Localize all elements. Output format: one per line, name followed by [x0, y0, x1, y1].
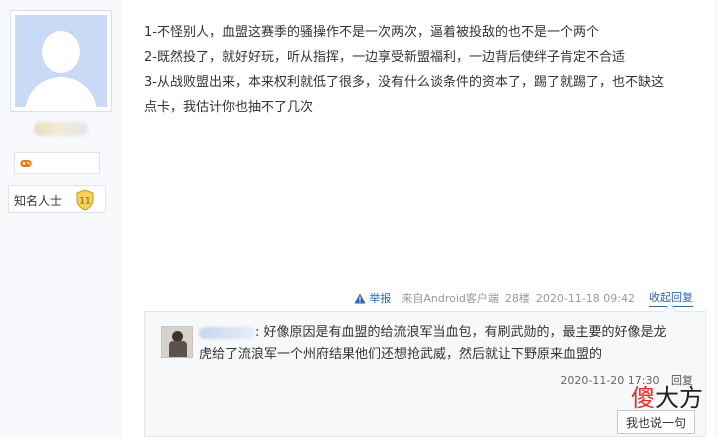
say-something-button[interactable]: 我也说一句: [617, 410, 695, 434]
reply-box: : 好像原因是有血盟的给流浪军当血包，有刷武勋的，最主要的好像是龙 虎给了流浪军…: [144, 303, 706, 437]
reply-text: : 好像原因是有血盟的给流浪军当血包，有刷武勋的，最主要的好像是龙 虎给了流浪军…: [199, 322, 695, 366]
post-line: 3-从战败盟出来，本来权利就低了很多，没有什么谈条件的资本了，踢了就踢了，也不缺…: [144, 75, 664, 90]
default-avatar-icon: [15, 15, 107, 107]
post-time: 2020-11-18 09:42: [535, 291, 635, 305]
user-sidebar: 知名人士 11: [0, 0, 122, 437]
watermark-char: 傻: [631, 384, 655, 412]
gamepad-icon: [20, 160, 32, 167]
username-redacted[interactable]: [34, 122, 88, 136]
edge-divider: [716, 0, 717, 437]
user-title-badge[interactable]: 知名人士 11: [8, 185, 106, 213]
reply-line: 虎给了流浪军一个州府结果他们还想抢武威，然后就让下野原来血盟的: [199, 347, 603, 362]
watermark-logo: 傻大方: [631, 384, 703, 412]
reply-line: : 好像原因是有血盟的给流浪军当血包，有刷武勋的，最主要的好像是龙: [255, 325, 667, 340]
level-number: 11: [79, 197, 90, 207]
level-shield-icon: 11: [76, 189, 94, 211]
reply-avatar[interactable]: [161, 326, 193, 358]
warning-icon: [354, 293, 366, 303]
game-badge[interactable]: [14, 152, 100, 174]
user-avatar[interactable]: [10, 10, 112, 112]
report-label: 举报: [369, 292, 392, 305]
user-title: 知名人士: [14, 194, 63, 208]
post-line: 1-不怪别人，血盟这赛季的骚操作不是一次两次，逼着被投敌的也不是一个两个: [144, 25, 599, 40]
report-link[interactable]: 举报: [354, 290, 391, 306]
post-line: 点卡，我估计你也抽不了几次: [144, 100, 314, 115]
reply-username-redacted[interactable]: [199, 327, 255, 339]
floor-number: 28楼: [504, 292, 530, 305]
post-content: 1-不怪别人，血盟这赛季的骚操作不是一次两次，逼着被投敌的也不是一个两个 2-既…: [144, 20, 706, 120]
post-source[interactable]: 来自Android客户端: [401, 290, 499, 306]
post-line: 2-既然投了，就好好玩，听从指挥，一边享受新盟福利，一边背后使绊子肯定不合适: [144, 50, 625, 65]
post-meta: 举报 来自Android客户端 28楼 2020-11-18 09:42 收起回…: [354, 289, 693, 307]
watermark-text: 大方: [655, 384, 703, 412]
